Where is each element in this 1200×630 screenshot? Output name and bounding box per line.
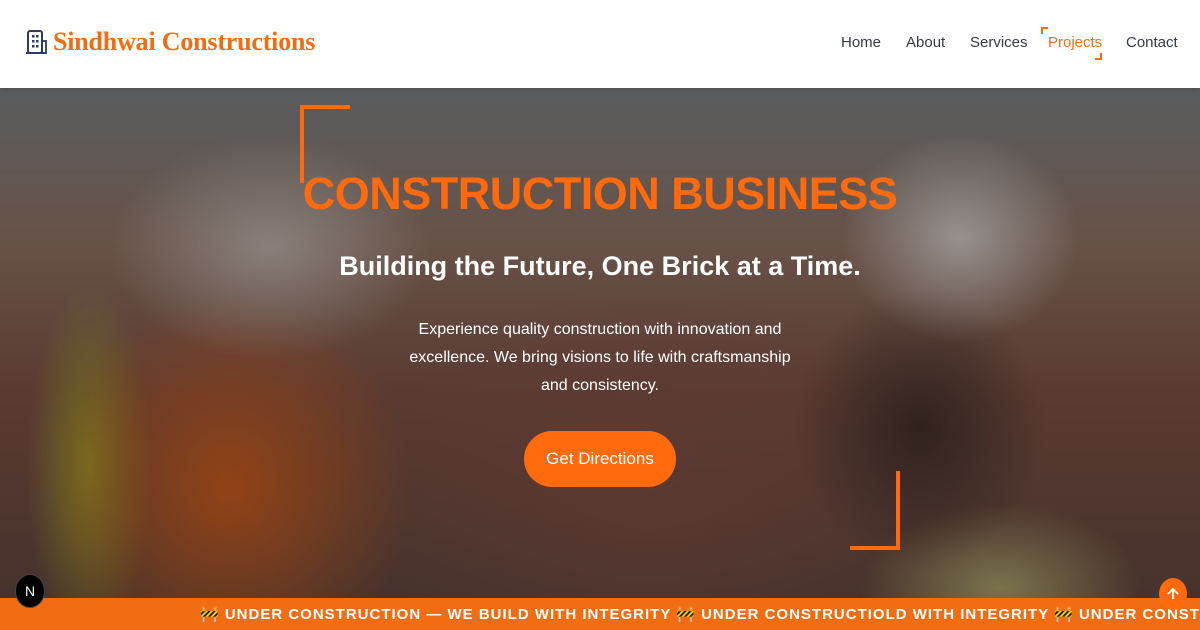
hero-description: Experience quality construction with inn…	[409, 321, 791, 394]
ticker-text: 🚧 UNDER CONSTRUCTION — WE BUILD WITH INT…	[200, 606, 1200, 623]
active-corner-top-left	[1041, 27, 1048, 34]
nav-projects[interactable]: Projects	[1048, 34, 1102, 51]
ticker-banner: 🚧 UNDER CONSTRUCTION — WE BUILD WITH INT…	[0, 598, 1200, 630]
nav-services[interactable]: Services	[970, 34, 1028, 51]
site-header: Sindhwai Constructions Home About Servic…	[0, 0, 1200, 88]
brand-name: Sindhwai Constructions	[53, 27, 316, 56]
building-icon	[26, 30, 47, 54]
nav-home[interactable]: Home	[841, 34, 881, 51]
hero-title: CONSTRUCTION BUSINESS	[302, 168, 898, 219]
active-corner-bottom-right	[1095, 53, 1102, 60]
hero-subtitle: Building the Future, One Brick at a Time…	[339, 251, 861, 281]
nav-contact[interactable]: Contact	[1126, 34, 1178, 51]
nav-about[interactable]: About	[906, 34, 945, 51]
n-badge-label: N	[24, 583, 36, 599]
scroll-to-top-button[interactable]	[1159, 578, 1187, 610]
n-badge-button[interactable]: N	[15, 574, 45, 608]
brand-logo[interactable]: Sindhwai Constructions	[25, 27, 315, 57]
hero-frame-bottom-right	[850, 471, 900, 550]
hero-section: CONSTRUCTION BUSINESS Building the Futur…	[0, 88, 1200, 598]
arrow-up-icon	[1167, 587, 1179, 599]
get-directions-button[interactable]: Get Directions	[524, 431, 676, 487]
